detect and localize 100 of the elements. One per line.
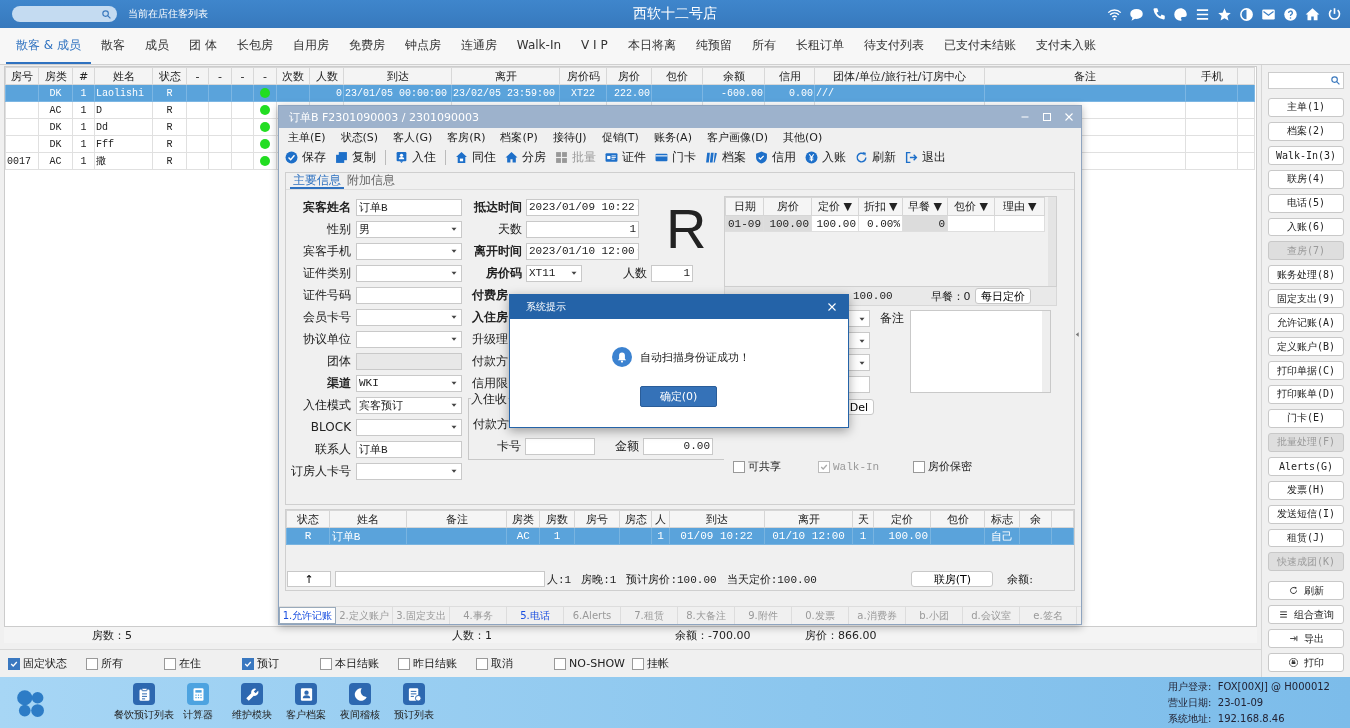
tab[interactable]: Walk-In [506, 28, 572, 64]
column-header[interactable]: 理由 ▼ [994, 197, 1045, 216]
toolbar-button[interactable]: 入住 [395, 149, 436, 166]
column-header[interactable]: 姓名 [329, 510, 407, 528]
column-header[interactable]: 姓名 [94, 67, 153, 85]
action-button[interactable]: 门卡(E) [1268, 408, 1344, 428]
column-header[interactable]: 包价 ▼ [947, 197, 995, 216]
tab[interactable]: 5.电话 [507, 607, 564, 624]
input-field[interactable]: 0.00 [643, 437, 713, 455]
input-field[interactable]: 订单B [356, 440, 462, 458]
search-field[interactable] [12, 6, 117, 22]
checkbox[interactable] [398, 657, 410, 670]
toolbar-button[interactable]: 证件 [605, 149, 646, 166]
action-button[interactable]: 入账(6) [1268, 217, 1344, 237]
tab[interactable]: 成员 [135, 28, 179, 64]
toolbar-button[interactable]: 同住 [455, 149, 496, 166]
column-header[interactable]: 折扣 ▼ [858, 197, 903, 216]
tab[interactable]: 纯预留 [685, 28, 742, 64]
input-field[interactable]: 订单B [356, 198, 462, 216]
column-header[interactable]: 状态 [286, 510, 330, 528]
dropdown-field[interactable] [356, 418, 462, 436]
action-button[interactable]: 发送短信(I) [1268, 504, 1344, 524]
column-header[interactable]: 信用 [764, 67, 815, 85]
column-header[interactable]: 标志 [984, 510, 1020, 528]
action-button[interactable]: 租赁(J) [1268, 528, 1344, 548]
column-header[interactable]: 定价 ▼ [811, 197, 859, 216]
toolbar-button[interactable]: 分房 [505, 149, 546, 166]
scrollbar[interactable] [1048, 197, 1056, 286]
up-button[interactable]: ↑ [287, 571, 331, 587]
dock-app[interactable]: 夜间稽核 [333, 683, 387, 722]
column-header[interactable]: 日期 [725, 197, 764, 216]
tab[interactable]: 附加信息 [344, 172, 398, 189]
remark-field[interactable] [910, 310, 1051, 393]
column-header[interactable]: 状态 [152, 67, 187, 85]
checkbox[interactable] [86, 657, 98, 670]
column-header[interactable]: 房类 [506, 510, 540, 528]
dropdown-field[interactable]: XT11 [526, 264, 582, 282]
column-header[interactable]: 离开 [451, 67, 560, 85]
dock-app[interactable]: 客户档案 [279, 683, 333, 722]
action-button[interactable]: 固定支出(9) [1268, 289, 1344, 309]
tab[interactable]: 支付未入账 [1025, 28, 1106, 64]
action-button[interactable]: 允许记账(A) [1268, 313, 1344, 333]
column-header[interactable]: 早餐 ▼ [902, 197, 948, 216]
checkbox[interactable] [476, 657, 488, 670]
tab[interactable]: V I P [571, 28, 618, 64]
tab[interactable]: 免费房 [338, 28, 395, 64]
action-button[interactable]: Walk-In(3) [1268, 145, 1344, 165]
column-header[interactable]: 团体/单位/旅行社/订房中心 [814, 67, 985, 85]
dropdown-field[interactable]: 2023/01/10 12:00 [526, 242, 639, 260]
input-field[interactable] [356, 352, 462, 370]
column-header[interactable]: 手机 [1185, 67, 1238, 85]
action-button[interactable]: 账务处理(8) [1268, 265, 1344, 285]
checkbox[interactable] [913, 460, 925, 473]
toolbar-button[interactable]: 信用 [755, 149, 796, 166]
toolbar-button[interactable]: 保存 [285, 149, 326, 166]
checkbox[interactable] [164, 657, 176, 670]
action-button[interactable]: 发票(H) [1268, 480, 1344, 500]
ok-button[interactable]: 确定(0) [640, 386, 717, 407]
dropdown-field[interactable]: 男 [356, 220, 462, 238]
column-header[interactable]: - [231, 67, 254, 85]
column-header[interactable]: 包价 [930, 510, 985, 528]
column-header[interactable]: 到达 [343, 67, 452, 85]
column-header[interactable]: 余额 [702, 67, 765, 85]
tab[interactable]: 本日将离 [617, 28, 686, 64]
column-header[interactable]: 房号 [5, 67, 39, 85]
toolbar-button[interactable]: 复制 [335, 149, 376, 166]
dropdown-field[interactable]: 2023/01/09 10:22 [526, 198, 639, 216]
action-button[interactable]: 档案(2) [1268, 121, 1344, 141]
action-button[interactable]: 刷新 [1268, 581, 1344, 601]
checkbox[interactable] [320, 657, 332, 670]
dropdown-field[interactable] [356, 462, 462, 480]
column-header[interactable]: 到达 [669, 510, 765, 528]
column-header[interactable]: 余 [1019, 510, 1052, 528]
tab[interactable]: 长租订单 [785, 28, 854, 64]
dropdown-field[interactable] [356, 242, 462, 260]
action-button[interactable]: Alerts(G) [1268, 456, 1344, 476]
dock-app[interactable]: 维护模块 [225, 683, 279, 722]
column-header[interactable]: 房数 [539, 510, 575, 528]
dropdown-field[interactable] [356, 308, 462, 326]
column-header[interactable]: - [186, 67, 209, 85]
tab[interactable]: 所有 [741, 28, 786, 64]
column-header[interactable]: 备注 [406, 510, 507, 528]
checkbox[interactable] [242, 657, 254, 670]
column-header[interactable]: - [253, 67, 277, 85]
checkbox[interactable] [733, 460, 745, 473]
toolbar-button[interactable]: 入账 [805, 149, 846, 166]
column-header[interactable]: 房价 [763, 197, 812, 216]
column-header[interactable]: 定价 [873, 510, 931, 528]
tab[interactable]: 自用房 [282, 28, 339, 64]
column-header[interactable]: 包价 [651, 67, 703, 85]
tab[interactable]: 钟点房 [394, 28, 451, 64]
column-header[interactable]: 备注 [984, 67, 1186, 85]
column-header[interactable]: - [208, 67, 232, 85]
column-header[interactable]: 离开 [764, 510, 853, 528]
input-field[interactable] [525, 437, 595, 455]
input-field[interactable] [356, 286, 462, 304]
tab[interactable]: 散客 [91, 28, 135, 64]
action-button[interactable]: 打印 [1268, 653, 1344, 673]
input-field[interactable]: 1 [526, 220, 639, 238]
dock-app[interactable]: 预订列表 [387, 683, 441, 722]
